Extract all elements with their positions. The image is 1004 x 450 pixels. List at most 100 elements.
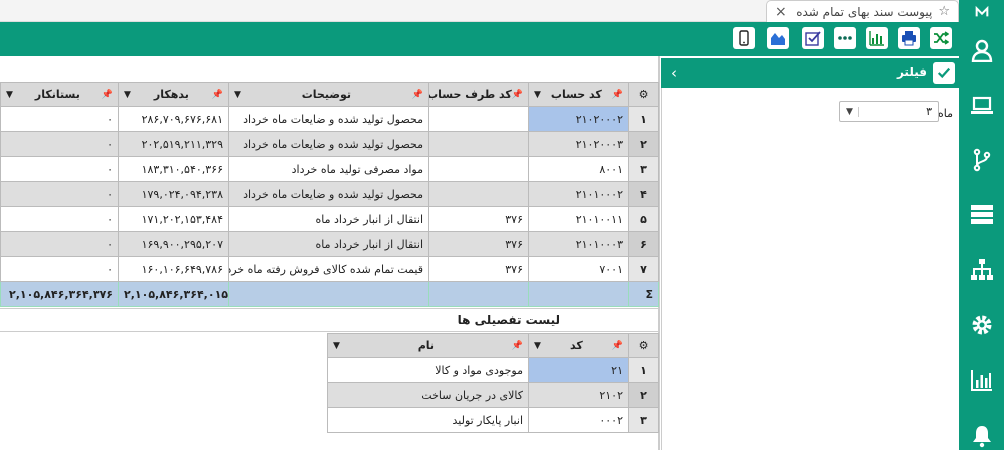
cell-credit[interactable]: ۰: [0, 256, 119, 282]
cell-credit[interactable]: ۰: [0, 181, 119, 207]
column-header-debit[interactable]: 📌 بدهکار ▼: [118, 82, 229, 107]
cell-debit[interactable]: ۲۸۶,۷۰۹,۶۷۶,۶۸۱: [118, 106, 229, 132]
cell-credit[interactable]: ۰: [0, 131, 119, 157]
cell-credit[interactable]: ۰: [0, 231, 119, 257]
star-icon[interactable]: ☆: [938, 4, 950, 19]
cell-account[interactable]: ۲۱۰۱۰۰۱۱: [528, 206, 629, 232]
cell-account[interactable]: ۸۰۰۱: [528, 156, 629, 182]
month-select[interactable]: ▼ ۳: [839, 101, 939, 122]
cell-debit[interactable]: ۲۰۲,۵۱۹,۲۱۱,۳۲۹: [118, 131, 229, 157]
sitemap-icon: [970, 259, 993, 280]
column-header-account[interactable]: 📌 کد حساب ▼: [528, 82, 629, 107]
pin-icon[interactable]: 📌: [612, 341, 623, 351]
nav-sitemap[interactable]: [959, 248, 1004, 292]
gear-icon[interactable]: ⚙: [639, 339, 649, 352]
table-row[interactable]: ۲ ۲۱۰۲۰۰۰۳ محصول تولید شده و ضایعات ماه …: [0, 131, 659, 157]
pin-icon[interactable]: 📌: [212, 90, 223, 100]
pin-icon[interactable]: 📌: [512, 90, 523, 100]
cell-account[interactable]: ۷۰۰۱: [528, 256, 629, 282]
more-button[interactable]: [834, 27, 856, 49]
bell-icon: [972, 426, 991, 448]
pin-icon[interactable]: 📌: [512, 341, 523, 351]
cell-counter-account[interactable]: ۳۷۶: [428, 256, 529, 282]
cell-debit[interactable]: ۱۶۰,۱۰۶,۶۴۹,۷۸۶: [118, 256, 229, 282]
filter-title: فیلتر: [896, 65, 927, 79]
cell-name[interactable]: انبار پایکار تولید: [327, 407, 529, 433]
table-row[interactable]: ۷ ۷۰۰۱ ۳۷۶ قیمت تمام شده کالای فروش رفته…: [0, 256, 659, 282]
filter-funnel-icon[interactable]: ▼: [333, 341, 340, 351]
table-row[interactable]: ۱ ۲۱ موجودی مواد و کالا: [327, 357, 659, 383]
cell-account[interactable]: ۲۱۰۱۰۰۰۲: [528, 181, 629, 207]
table-row[interactable]: ۲ ۲۱۰۲ کالای در جریان ساخت: [327, 382, 659, 408]
column-header-code[interactable]: 📌 کد ▼: [528, 333, 629, 358]
table-row[interactable]: ۶ ۲۱۰۱۰۰۰۳ ۳۷۶ انتقال از انبار خرداد ماه…: [0, 231, 659, 257]
nav-reports[interactable]: [959, 358, 1004, 402]
cell-description[interactable]: محصول تولید شده و ضایعات ماه خرداد: [228, 131, 429, 157]
nav-user[interactable]: [959, 28, 1004, 72]
grid-settings-header[interactable]: ⚙: [628, 333, 659, 358]
pin-icon[interactable]: 📌: [102, 90, 113, 100]
table-row[interactable]: ۳ ۸۰۰۱ مواد مصرفی تولید ماه خرداد ۱۸۳,۳۱…: [0, 156, 659, 182]
cell-counter-account[interactable]: [428, 106, 529, 132]
apply-filter-button[interactable]: [933, 62, 955, 84]
check-button[interactable]: [802, 27, 824, 49]
cell-code[interactable]: ۲۱: [528, 357, 629, 383]
cell-debit[interactable]: ۱۸۳,۳۱۰,۵۴۰,۳۶۶: [118, 156, 229, 182]
close-icon[interactable]: ×: [775, 4, 787, 20]
cell-credit[interactable]: ۰: [0, 106, 119, 132]
cell-name[interactable]: موجودی مواد و کالا: [327, 357, 529, 383]
cell-account[interactable]: ۲۱۰۲۰۰۰۲: [528, 106, 629, 132]
filter-funnel-icon[interactable]: ▼: [234, 90, 241, 100]
cell-counter-account[interactable]: ۳۷۶: [428, 231, 529, 257]
filter-funnel-icon[interactable]: ▼: [534, 341, 541, 351]
cell-counter-account[interactable]: ۳۷۶: [428, 206, 529, 232]
column-header-name[interactable]: 📌 نام ▼: [327, 333, 529, 358]
gear-icon[interactable]: ⚙: [639, 88, 649, 101]
cell-code[interactable]: ۰۰۰۲: [528, 407, 629, 433]
cell-description[interactable]: قیمت تمام شده کالای فروش رفته ماه خرد: [228, 256, 429, 282]
cell-debit[interactable]: ۱۷۹,۰۲۴,۰۹۴,۲۳۸: [118, 181, 229, 207]
cell-account[interactable]: ۲۱۰۱۰۰۰۳: [528, 231, 629, 257]
nav-notifications[interactable]: [959, 414, 1004, 450]
nav-settings[interactable]: [959, 303, 1004, 347]
mobile-button[interactable]: [733, 27, 755, 49]
grid-settings-header[interactable]: ⚙: [628, 82, 659, 107]
cell-description[interactable]: محصول تولید شده و ضایعات ماه خرداد: [228, 181, 429, 207]
filter-funnel-icon[interactable]: ▼: [124, 90, 131, 100]
cell-counter-account[interactable]: [428, 156, 529, 182]
cell-account[interactable]: ۲۱۰۲۰۰۰۳: [528, 131, 629, 157]
cell-name[interactable]: کالای در جریان ساخت: [327, 382, 529, 408]
table-row[interactable]: ۴ ۲۱۰۱۰۰۰۲ محصول تولید شده و ضایعات ماه …: [0, 181, 659, 207]
nav-laptop[interactable]: [959, 84, 1004, 128]
column-header-counter-account[interactable]: 📌کد طرف حساب▼: [428, 82, 529, 107]
collapse-filter-icon[interactable]: ‹: [671, 64, 677, 82]
cell-description[interactable]: انتقال از انبار خرداد ماه: [228, 206, 429, 232]
nav-logo[interactable]: [959, 0, 1004, 22]
filter-funnel-icon[interactable]: ▼: [6, 90, 13, 100]
column-header-description[interactable]: 📌 توضیحات ▼: [228, 82, 429, 107]
cell-description[interactable]: محصول تولید شده و ضایعات ماه خرداد: [228, 106, 429, 132]
cell-credit[interactable]: ۰: [0, 206, 119, 232]
cell-code[interactable]: ۲۱۰۲: [528, 382, 629, 408]
cell-credit[interactable]: ۰: [0, 156, 119, 182]
cell-counter-account[interactable]: [428, 181, 529, 207]
cell-description[interactable]: انتقال از انبار خرداد ماه: [228, 231, 429, 257]
nav-server[interactable]: [959, 192, 1004, 236]
chart-button[interactable]: [866, 27, 888, 49]
table-row[interactable]: ۳ ۰۰۰۲ انبار پایکار تولید: [327, 407, 659, 433]
cell-description[interactable]: مواد مصرفی تولید ماه خرداد: [228, 156, 429, 182]
filter-funnel-icon[interactable]: ▼: [534, 90, 541, 100]
tab-document-attachment[interactable]: ☆ پیوست سند بهای تمام شده ×: [766, 0, 959, 22]
cell-debit[interactable]: ۱۷۱,۲۰۲,۱۵۳,۴۸۴: [118, 206, 229, 232]
cell-counter-account[interactable]: [428, 131, 529, 157]
print-button[interactable]: [898, 27, 920, 49]
pin-icon[interactable]: 📌: [612, 90, 623, 100]
nav-branch[interactable]: [959, 138, 1004, 182]
table-row[interactable]: ۱ ۲۱۰۲۰۰۰۲ محصول تولید شده و ضایعات ماه …: [0, 106, 659, 132]
cell-debit[interactable]: ۱۶۹,۹۰۰,۲۹۵,۲۰۷: [118, 231, 229, 257]
column-header-credit[interactable]: 📌 بستانکار ▼: [0, 82, 119, 107]
area-chart-button[interactable]: [767, 27, 789, 49]
table-row[interactable]: ۵ ۲۱۰۱۰۰۱۱ ۳۷۶ انتقال از انبار خرداد ماه…: [0, 206, 659, 232]
shuffle-button[interactable]: [930, 27, 952, 49]
pin-icon[interactable]: 📌: [412, 90, 423, 100]
